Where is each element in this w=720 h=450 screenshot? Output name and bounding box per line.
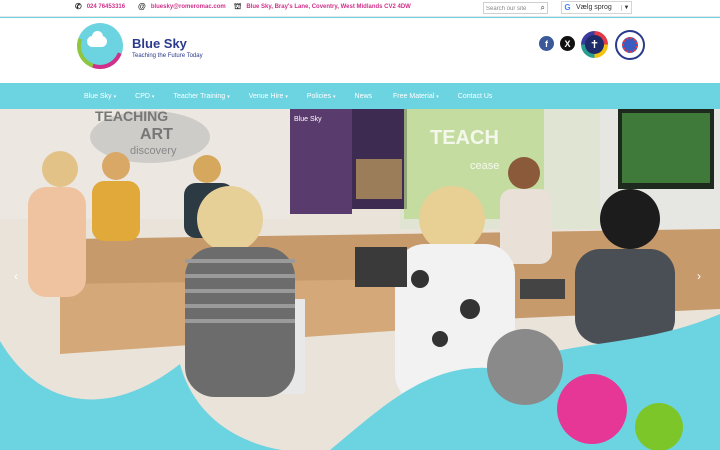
decor-circle-pink — [557, 374, 627, 444]
nav-item-venue-hire[interactable]: Venue Hire ▾ — [249, 93, 288, 100]
location-icon: ⛫ — [234, 2, 242, 11]
chevron-down-icon: ▾ — [285, 93, 288, 100]
language-label: Vælg sprog — [576, 4, 612, 11]
wall-text-cease: cease — [470, 160, 499, 172]
decor-circle-green — [635, 403, 683, 450]
nav-item-policies[interactable]: Policies ▾ — [307, 93, 336, 100]
chevron-down-icon: ▾ — [436, 93, 439, 100]
phone-contact[interactable]: ✆ 024 76453316 — [75, 3, 125, 11]
address-contact: ⛫ Blue Sky, Bray's Lane, Coventry, West … — [234, 3, 411, 11]
hero-slider: TEACHING ART discovery Blue Sky TEACH ce… — [0, 109, 720, 450]
at-icon: @ — [138, 2, 146, 11]
google-icon: G — [564, 3, 571, 12]
wall-text-discovery: discovery — [130, 145, 177, 157]
search-input[interactable] — [486, 4, 536, 13]
nav-item-cpd[interactable]: CPD ▾ — [135, 93, 154, 100]
wall-text-teaching: TEACHING — [95, 109, 168, 124]
brand-tagline: Teaching the Future Today — [132, 53, 203, 59]
main-nav: Blue Sky ▾ CPD ▾ Teacher Training ▾ Venue H… — [0, 83, 720, 109]
wall-text-art: ART — [140, 126, 173, 143]
decor-circle-grey — [487, 329, 563, 405]
email-contact[interactable]: @ bluesky@romeromac.com — [138, 3, 226, 11]
address-text: Blue Sky, Bray's Lane, Coventry, West Mi… — [246, 4, 411, 10]
nav-item-contact-us[interactable]: Contact Us — [458, 93, 495, 100]
partner-badge-seal[interactable] — [615, 30, 645, 60]
nav-item-teacher-training[interactable]: Teacher Training ▾ — [173, 93, 229, 100]
banner-title: Blue Sky — [294, 116, 322, 123]
chevron-down-icon: ▾ — [113, 93, 117, 100]
search-box: ⌕ — [483, 2, 548, 14]
chevron-down-icon: ▾ — [151, 93, 155, 100]
chevron-down-icon: ▼ — [621, 4, 631, 11]
slider-prev-arrow[interactable]: ‹ — [14, 269, 18, 283]
hero-photo: TEACHING ART discovery Blue Sky TEACH ce… — [0, 109, 720, 450]
cross-icon: ✝ — [585, 35, 604, 54]
x-twitter-icon[interactable]: X — [560, 36, 575, 51]
partner-badge-cross[interactable]: ✝ — [581, 31, 608, 58]
phone-number: 024 76453316 — [86, 4, 126, 10]
phone-icon: ✆ — [75, 2, 82, 11]
top-bar: ✆ 024 76453316 @ bluesky@romeromac.com ⛫… — [0, 0, 720, 17]
chevron-down-icon: ▾ — [227, 93, 230, 100]
nav-item-free-material[interactable]: Free Material ▾ — [393, 93, 439, 100]
language-selector[interactable]: G Vælg sprog ▼ — [561, 1, 632, 14]
brand-name[interactable]: Blue Sky — [132, 36, 187, 51]
slider-next-arrow[interactable]: › — [697, 269, 701, 283]
nav-item-news[interactable]: News — [355, 93, 375, 100]
wall-text-teach: TEACH — [430, 127, 499, 149]
facebook-icon[interactable]: f — [539, 36, 554, 51]
chevron-down-icon: ▾ — [333, 93, 336, 100]
email-address: bluesky@romeromac.com — [150, 4, 226, 10]
site-header: Blue Sky Teaching the Future Today f X ✝ — [0, 18, 720, 83]
site-logo[interactable] — [77, 23, 123, 69]
search-icon[interactable]: ⌕ — [541, 3, 545, 13]
cloud-icon — [87, 31, 107, 47]
nav-item-blue-sky[interactable]: Blue Sky ▾ — [84, 93, 116, 100]
